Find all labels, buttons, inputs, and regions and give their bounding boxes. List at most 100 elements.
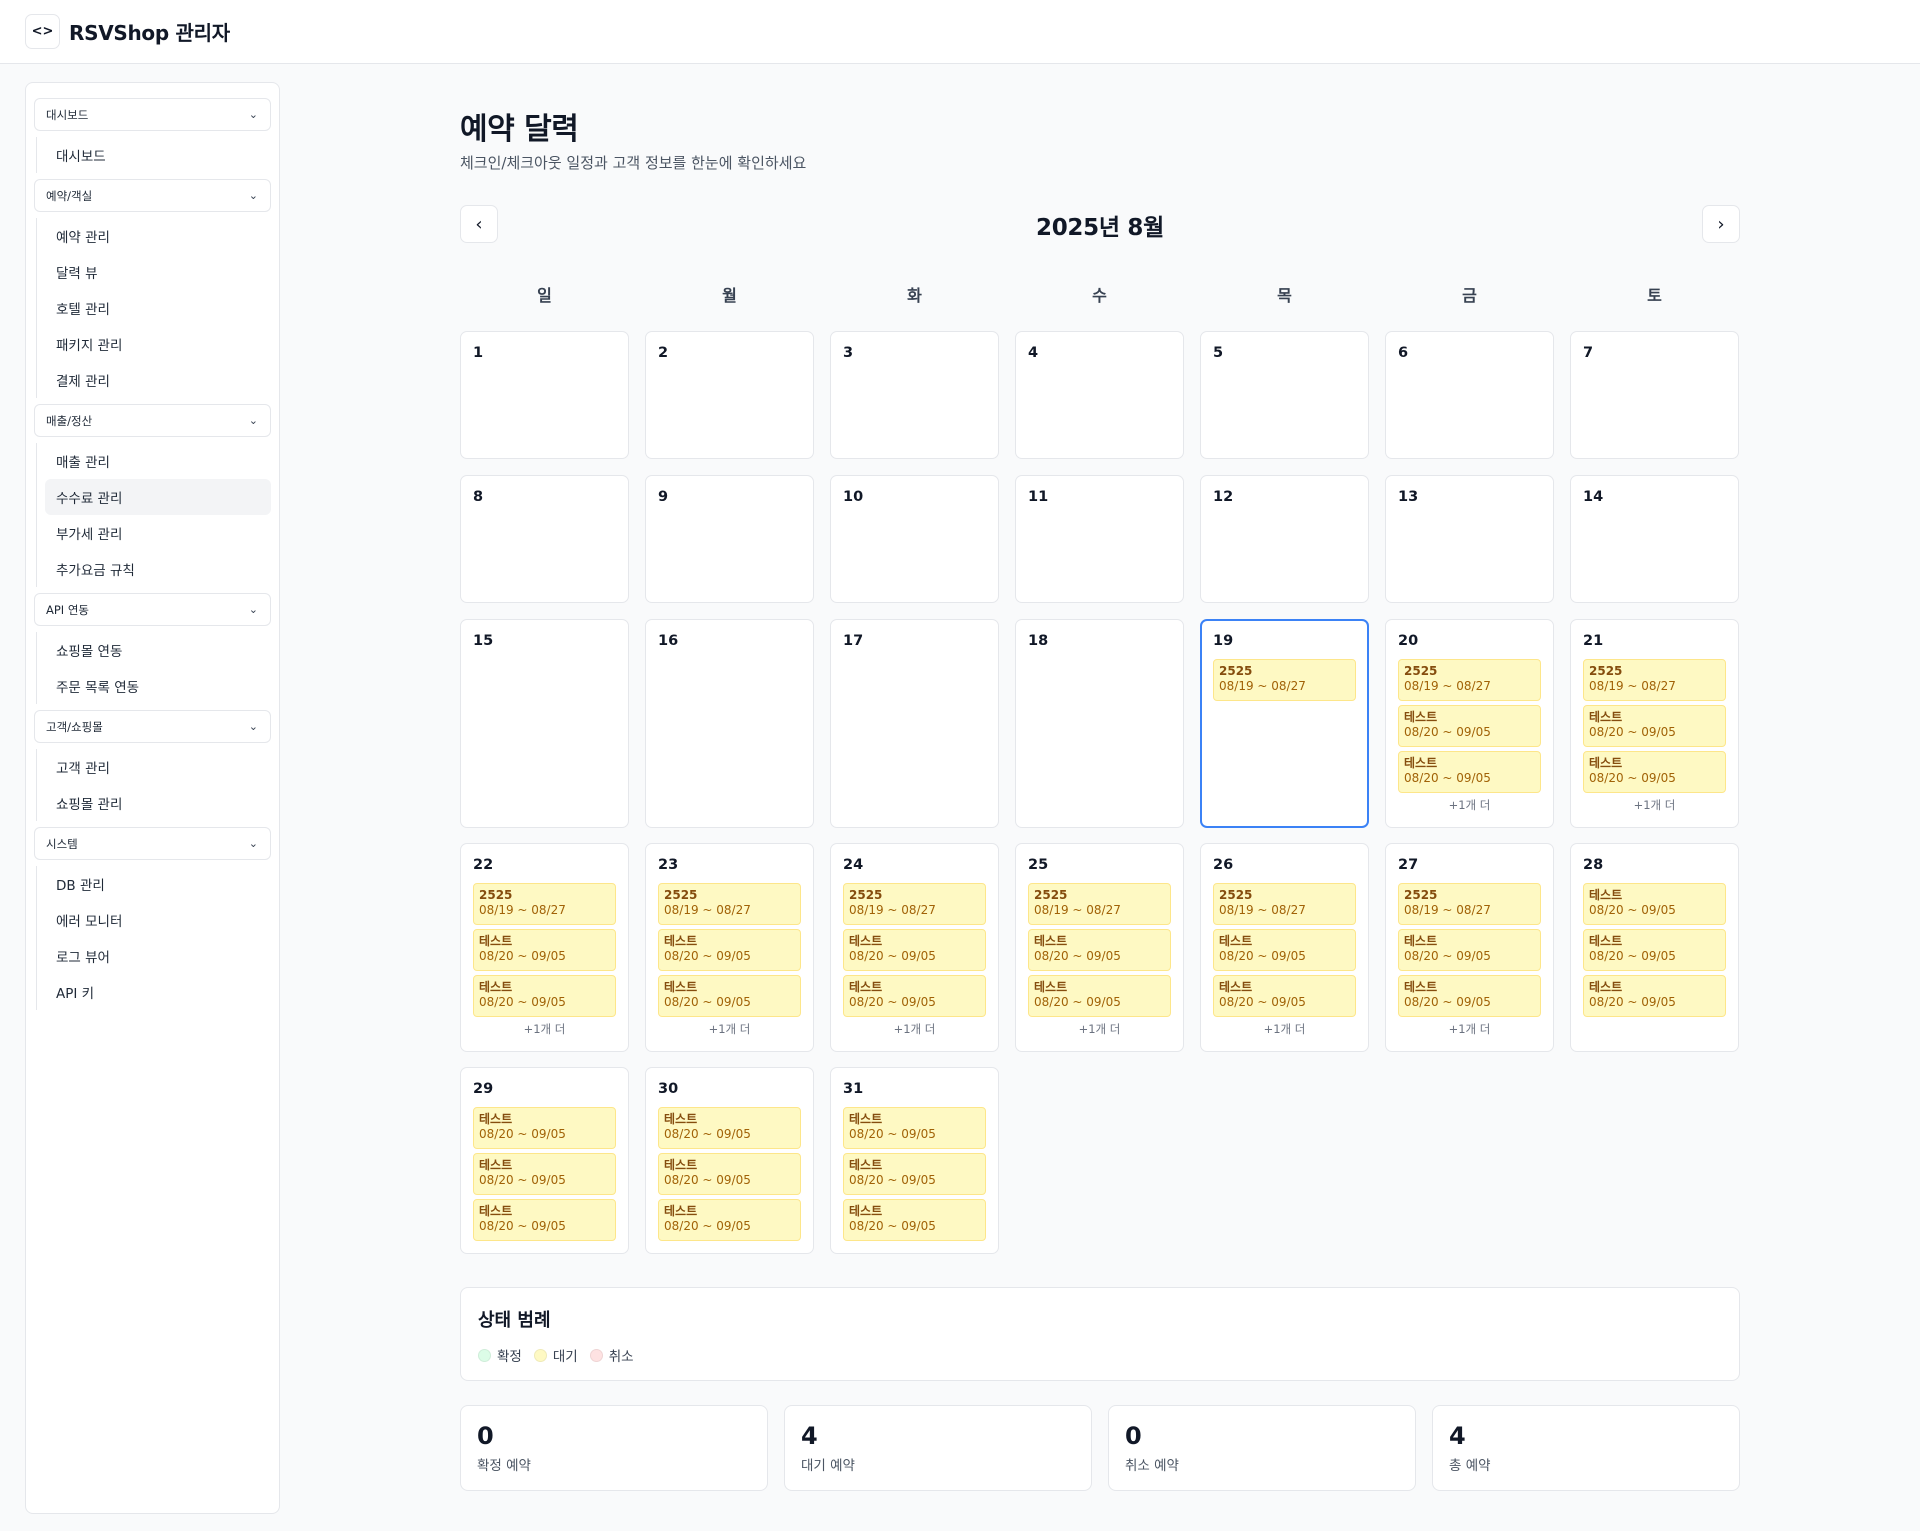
day-cell[interactable]: 7 — [1570, 331, 1739, 459]
reservation-event[interactable]: 2525 08/19 ~ 08/27 — [1583, 659, 1726, 701]
reservation-event[interactable]: 테스트 08/20 ~ 09/05 — [843, 1107, 986, 1149]
day-cell[interactable]: 1 — [460, 331, 629, 459]
day-cell[interactable]: 18 — [1015, 619, 1184, 828]
reservation-event[interactable]: 테스트 08/20 ~ 09/05 — [658, 1199, 801, 1241]
day-cell[interactable]: 23 2525 08/19 ~ 08/27 테스트 08/20 ~ 09/05 테스트 08… — [645, 843, 814, 1052]
day-cell[interactable]: 13 — [1385, 475, 1554, 603]
reservation-event[interactable]: 테스트 08/20 ~ 09/05 — [843, 1199, 986, 1241]
reservation-event[interactable]: 테스트 08/20 ~ 09/05 — [1028, 975, 1171, 1017]
reservation-event[interactable]: 테스트 08/20 ~ 09/05 — [658, 1153, 801, 1195]
reservation-event[interactable]: 테스트 08/20 ~ 09/05 — [1213, 975, 1356, 1017]
day-cell[interactable]: 9 — [645, 475, 814, 603]
more-events-link[interactable]: +1개 더 — [1398, 1021, 1541, 1037]
reservation-event[interactable]: 테스트 08/20 ~ 09/05 — [1398, 929, 1541, 971]
sidebar-item[interactable]: 달력 뷰 — [45, 254, 271, 290]
next-month-button[interactable]: › — [1702, 205, 1740, 243]
day-cell[interactable]: 21 2525 08/19 ~ 08/27 테스트 08/20 ~ 09/05 테스트 08… — [1570, 619, 1739, 828]
day-cell[interactable]: 26 2525 08/19 ~ 08/27 테스트 08/20 ~ 09/05 테스트 08… — [1200, 843, 1369, 1052]
day-cell[interactable]: 15 — [460, 619, 629, 828]
day-cell[interactable]: 14 — [1570, 475, 1739, 603]
more-events-link[interactable]: +1개 더 — [843, 1021, 986, 1037]
day-cell[interactable]: 5 — [1200, 331, 1369, 459]
day-cell[interactable]: 17 — [830, 619, 999, 828]
sidebar-group-header[interactable]: 시스템 ⌄ — [34, 827, 271, 860]
reservation-event[interactable]: 테스트 08/20 ~ 09/05 — [658, 975, 801, 1017]
more-events-link[interactable]: +1개 더 — [658, 1021, 801, 1037]
day-cell[interactable]: 29 테스트 08/20 ~ 09/05 테스트 08/20 ~ 09/05 테스트 08/… — [460, 1067, 629, 1254]
sidebar-group-header[interactable]: 고객/쇼핑몰 ⌄ — [34, 710, 271, 743]
day-cell[interactable]: 30 테스트 08/20 ~ 09/05 테스트 08/20 ~ 09/05 테스트 08/… — [645, 1067, 814, 1254]
reservation-event[interactable]: 테스트 08/20 ~ 09/05 — [473, 1153, 616, 1195]
day-cell[interactable]: 2 — [645, 331, 814, 459]
reservation-event[interactable]: 테스트 08/20 ~ 09/05 — [1398, 975, 1541, 1017]
reservation-event[interactable]: 2525 08/19 ~ 08/27 — [1213, 883, 1356, 925]
reservation-event[interactable]: 2525 08/19 ~ 08/27 — [473, 883, 616, 925]
day-cell[interactable]: 8 — [460, 475, 629, 603]
sidebar-item[interactable]: 고객 관리 — [45, 749, 271, 785]
reservation-event[interactable]: 2525 08/19 ~ 08/27 — [1028, 883, 1171, 925]
sidebar-item[interactable]: 수수료 관리 — [45, 479, 271, 515]
day-cell[interactable]: 3 — [830, 331, 999, 459]
day-cell[interactable]: 4 — [1015, 331, 1184, 459]
sidebar-item[interactable]: 쇼핑몰 관리 — [45, 785, 271, 821]
sidebar-item[interactable]: 매출 관리 — [45, 443, 271, 479]
reservation-event[interactable]: 테스트 08/20 ~ 09/05 — [1028, 929, 1171, 971]
reservation-event[interactable]: 테스트 08/20 ~ 09/05 — [843, 929, 986, 971]
more-events-link[interactable]: +1개 더 — [1213, 1021, 1356, 1037]
sidebar-item[interactable]: DB 관리 — [45, 866, 271, 902]
reservation-event[interactable]: 2525 08/19 ~ 08/27 — [843, 883, 986, 925]
day-cell[interactable]: 31 테스트 08/20 ~ 09/05 테스트 08/20 ~ 09/05 테스트 08/… — [830, 1067, 999, 1254]
reservation-event[interactable]: 테스트 08/20 ~ 09/05 — [1583, 975, 1726, 1017]
sidebar-item[interactable]: 에러 모니터 — [45, 902, 271, 938]
sidebar-item[interactable]: 패키지 관리 — [45, 326, 271, 362]
reservation-event[interactable]: 테스트 08/20 ~ 09/05 — [658, 1107, 801, 1149]
reservation-event[interactable]: 테스트 08/20 ~ 09/05 — [473, 1199, 616, 1241]
day-cell[interactable]: 22 2525 08/19 ~ 08/27 테스트 08/20 ~ 09/05 테스트 08… — [460, 843, 629, 1052]
day-cell[interactable]: 6 — [1385, 331, 1554, 459]
sidebar-item[interactable]: 결제 관리 — [45, 362, 271, 398]
reservation-event[interactable]: 테스트 08/20 ~ 09/05 — [1583, 751, 1726, 793]
reservation-event[interactable]: 2525 08/19 ~ 08/27 — [658, 883, 801, 925]
sidebar-group-header[interactable]: 매출/정산 ⌄ — [34, 404, 271, 437]
more-events-link[interactable]: +1개 더 — [1028, 1021, 1171, 1037]
reservation-event[interactable]: 테스트 08/20 ~ 09/05 — [1398, 705, 1541, 747]
more-events-link[interactable]: +1개 더 — [1583, 797, 1726, 813]
day-cell[interactable]: 28 테스트 08/20 ~ 09/05 테스트 08/20 ~ 09/05 테스트 08/… — [1570, 843, 1739, 1052]
sidebar-group-header[interactable]: API 연동 ⌄ — [34, 593, 271, 626]
reservation-event[interactable]: 테스트 08/20 ~ 09/05 — [473, 1107, 616, 1149]
reservation-event[interactable]: 테스트 08/20 ~ 09/05 — [1583, 705, 1726, 747]
reservation-event[interactable]: 테스트 08/20 ~ 09/05 — [843, 1153, 986, 1195]
day-cell[interactable]: 25 2525 08/19 ~ 08/27 테스트 08/20 ~ 09/05 테스트 08… — [1015, 843, 1184, 1052]
code-toggle-icon[interactable]: <> — [25, 14, 60, 49]
reservation-event[interactable]: 테스트 08/20 ~ 09/05 — [1583, 929, 1726, 971]
sidebar-item[interactable]: 쇼핑몰 연동 — [45, 632, 271, 668]
sidebar-item[interactable]: 추가요금 규칙 — [45, 551, 271, 587]
day-cell[interactable]: 10 — [830, 475, 999, 603]
day-cell[interactable]: 24 2525 08/19 ~ 08/27 테스트 08/20 ~ 09/05 테스트 08… — [830, 843, 999, 1052]
day-cell[interactable]: 11 — [1015, 475, 1184, 603]
day-cell[interactable]: 19 2525 08/19 ~ 08/27 — [1200, 619, 1369, 828]
sidebar-item[interactable]: 호텔 관리 — [45, 290, 271, 326]
more-events-link[interactable]: +1개 더 — [473, 1021, 616, 1037]
day-cell[interactable]: 12 — [1200, 475, 1369, 603]
day-cell[interactable]: 20 2525 08/19 ~ 08/27 테스트 08/20 ~ 09/05 테스트 08… — [1385, 619, 1554, 828]
reservation-event[interactable]: 테스트 08/20 ~ 09/05 — [1213, 929, 1356, 971]
reservation-event[interactable]: 테스트 08/20 ~ 09/05 — [1398, 751, 1541, 793]
sidebar-group-header[interactable]: 예약/객실 ⌄ — [34, 179, 271, 212]
reservation-event[interactable]: 테스트 08/20 ~ 09/05 — [658, 929, 801, 971]
reservation-event[interactable]: 2525 08/19 ~ 08/27 — [1398, 883, 1541, 925]
reservation-event[interactable]: 테스트 08/20 ~ 09/05 — [473, 975, 616, 1017]
day-cell[interactable]: 16 — [645, 619, 814, 828]
reservation-event[interactable]: 2525 08/19 ~ 08/27 — [1398, 659, 1541, 701]
day-cell[interactable]: 27 2525 08/19 ~ 08/27 테스트 08/20 ~ 09/05 테스트 08… — [1385, 843, 1554, 1052]
reservation-event[interactable]: 테스트 08/20 ~ 09/05 — [1583, 883, 1726, 925]
sidebar-item[interactable]: 부가세 관리 — [45, 515, 271, 551]
sidebar-item[interactable]: 주문 목록 연동 — [45, 668, 271, 704]
sidebar-item[interactable]: 대시보드 — [45, 137, 271, 173]
sidebar-item[interactable]: 예약 관리 — [45, 218, 271, 254]
reservation-event[interactable]: 2525 08/19 ~ 08/27 — [1213, 659, 1356, 701]
sidebar-item[interactable]: 로그 뷰어 — [45, 938, 271, 974]
sidebar-item[interactable]: API 키 — [45, 974, 271, 1010]
more-events-link[interactable]: +1개 더 — [1398, 797, 1541, 813]
reservation-event[interactable]: 테스트 08/20 ~ 09/05 — [843, 975, 986, 1017]
